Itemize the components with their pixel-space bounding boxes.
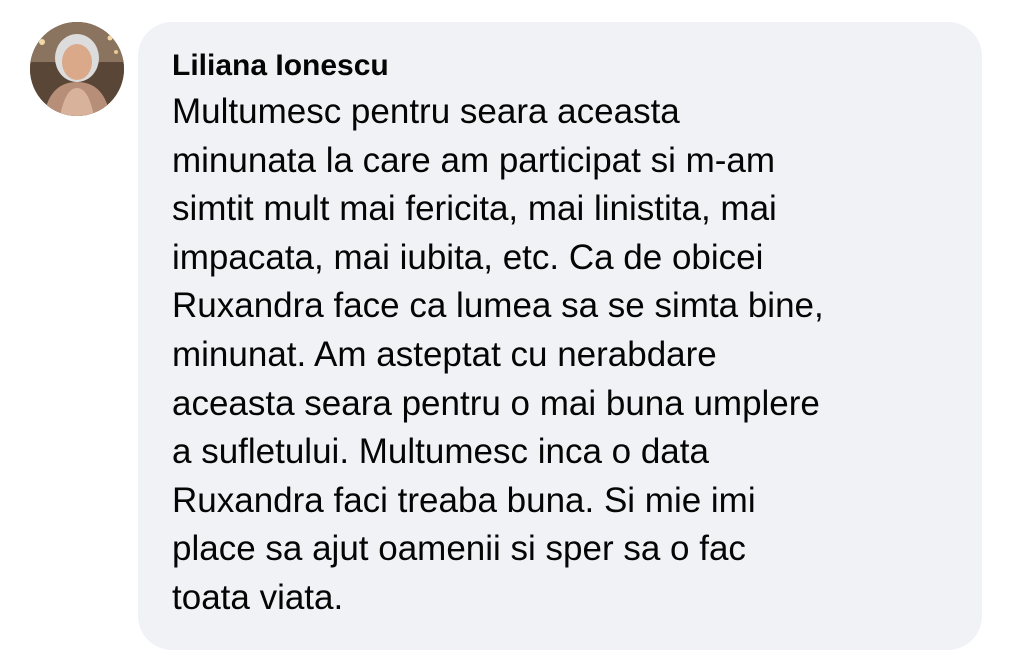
comment-text-line: a sufletului. Multumesc inca o data [172,432,709,472]
comment-author[interactable]: Liliana Ionescu [172,46,958,86]
comment-text-line: toata viata. [172,577,344,617]
comment-bubble: Liliana Ionescu Multumesc pentru seara a… [138,22,982,650]
comment-text: Multumesc pentru seara aceasta minunata … [172,88,958,623]
comment: Liliana Ionescu Multumesc pentru seara a… [0,0,1024,656]
comment-text-line: minunat. Am asteptat cu nerabdare [172,334,717,374]
comment-text-line: Ruxandra faci treaba buna. Si mie imi [172,480,756,520]
comment-text-line: Multumesc pentru seara aceasta [172,92,680,131]
user-avatar-photo-icon [30,22,124,116]
comment-text-line: aceasta seara pentru o mai buna umplere [172,383,820,423]
comment-text-line: simtit mult mai fericita, mai linistita,… [172,189,777,229]
comment-text-line: impacata, mai iubita, etc. Ca de obicei [172,237,764,277]
comment-text-line: Ruxandra face ca lumea sa se simta bine, [172,286,824,326]
comment-text-line: place sa ajut oamenii si sper sa o fac [172,529,746,569]
comment-text-line: minunata la care am participat si m-am [172,140,775,180]
avatar[interactable] [30,22,124,116]
